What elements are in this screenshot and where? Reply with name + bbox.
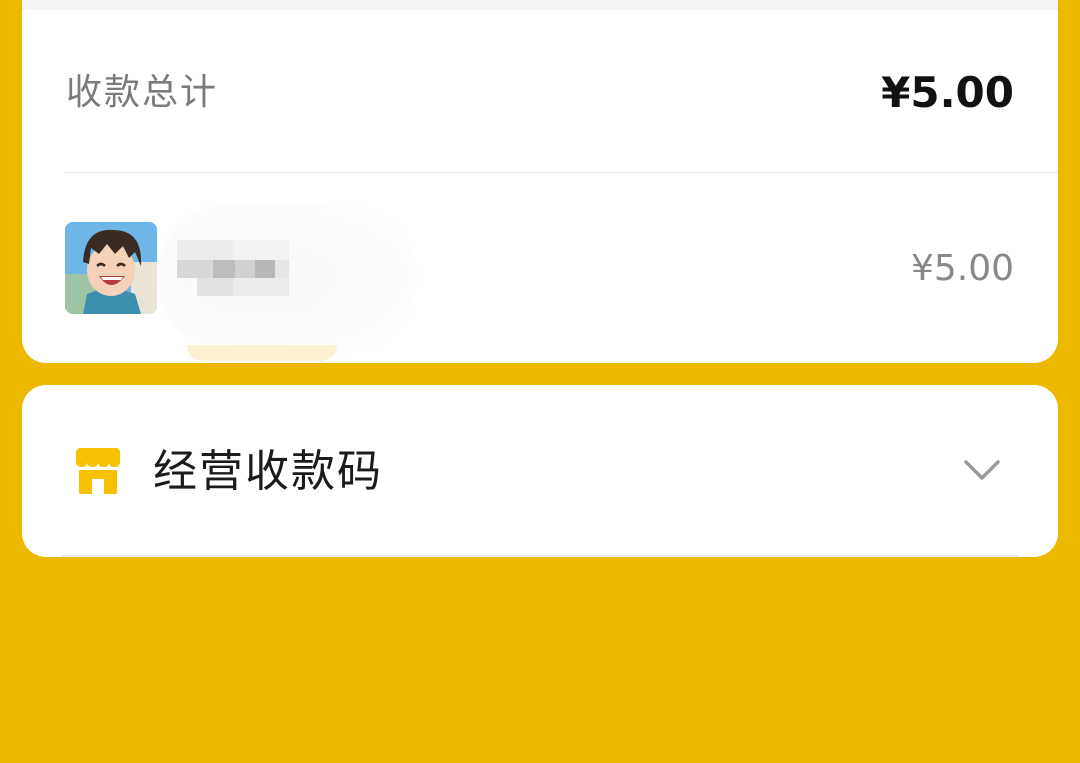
mosaic-block xyxy=(197,278,233,296)
payer-name-redacted xyxy=(177,240,289,296)
mosaic-block xyxy=(177,240,233,260)
mosaic-block xyxy=(275,260,289,278)
avatar-image xyxy=(65,222,157,314)
card-bottom-shadow xyxy=(62,555,1018,557)
merchant-code-card[interactable]: 经营收款码 xyxy=(22,385,1058,557)
redaction-smear-edge xyxy=(187,345,337,361)
mosaic-block xyxy=(177,260,213,278)
avatar xyxy=(65,222,157,314)
mosaic-block xyxy=(213,260,235,278)
mosaic-block xyxy=(233,240,289,260)
mosaic-block xyxy=(255,260,275,278)
total-label: 收款总计 xyxy=(66,72,219,113)
total-amount: ¥5.00 xyxy=(881,68,1014,117)
mosaic-block xyxy=(233,278,289,296)
mosaic-block xyxy=(235,260,255,278)
chevron-down-icon[interactable] xyxy=(964,458,1000,482)
merchant-code-title: 经营收款码 xyxy=(153,446,383,497)
payment-amount: ¥5.00 xyxy=(910,248,1014,289)
card-top-strip xyxy=(22,0,1058,10)
shop-icon xyxy=(76,448,120,494)
payment-row[interactable]: ¥5.00 xyxy=(22,173,1058,363)
payment-summary-card: 收款总计 ¥5.00 ¥5.00 xyxy=(22,0,1058,363)
